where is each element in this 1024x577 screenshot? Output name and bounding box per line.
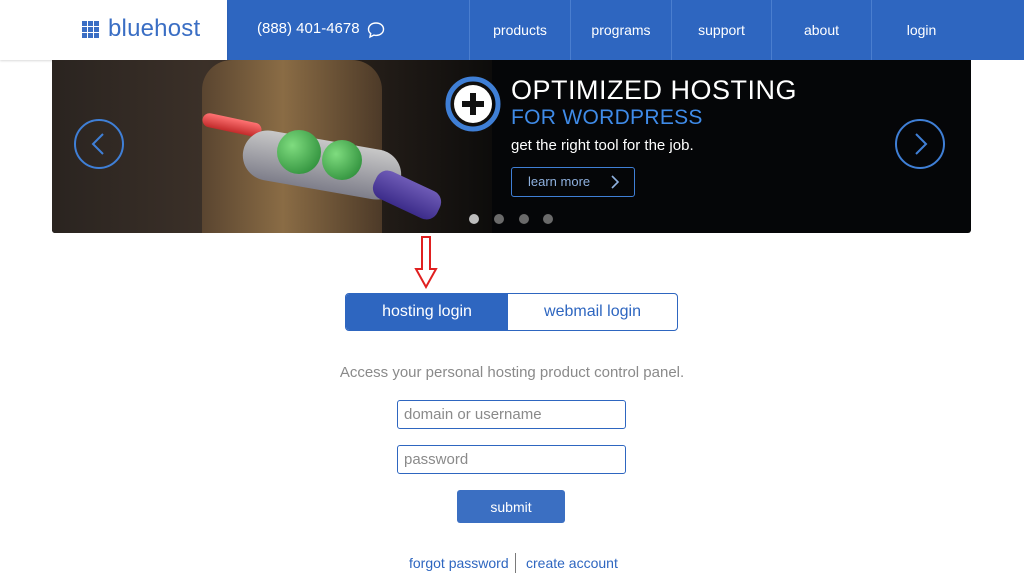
- carousel-next-button[interactable]: [895, 119, 945, 169]
- plus-circle-icon: [445, 76, 501, 132]
- chevron-left-icon: [91, 133, 104, 155]
- site-header: bluehost (888) 401-4678 products program…: [0, 0, 1024, 60]
- carousel-dot-4[interactable]: [543, 214, 553, 224]
- nav-support[interactable]: support: [671, 0, 771, 60]
- link-divider: [515, 553, 516, 573]
- carousel-dot-1[interactable]: [469, 214, 479, 224]
- chevron-right-icon: [915, 133, 928, 155]
- nav-programs[interactable]: programs: [570, 0, 671, 60]
- chevron-right-icon: [611, 175, 620, 189]
- chat-bubble-icon[interactable]: [367, 21, 385, 39]
- phone-number[interactable]: (888) 401-4678: [257, 20, 360, 37]
- grid-logo-icon: [82, 21, 100, 39]
- login-description: Access your personal hosting product con…: [339, 364, 685, 381]
- tab-webmail-login[interactable]: webmail login: [508, 294, 677, 330]
- submit-button[interactable]: submit: [457, 490, 565, 523]
- carousel-dot-3[interactable]: [519, 214, 529, 224]
- down-arrow-annotation-icon: [414, 236, 438, 289]
- learn-more-button[interactable]: learn more: [511, 167, 635, 197]
- logo[interactable]: bluehost: [0, 0, 227, 60]
- username-input[interactable]: [397, 400, 626, 429]
- promo-title: OPTIMIZED HOSTING: [511, 75, 798, 105]
- hero-carousel: OPTIMIZED HOSTING FOR WORDPRESS get the …: [52, 60, 971, 233]
- logo-text: bluehost: [108, 15, 201, 42]
- promo-subtitle: FOR WORDPRESS: [511, 106, 703, 129]
- carousel-prev-button[interactable]: [74, 119, 124, 169]
- create-account-link[interactable]: create account: [526, 555, 618, 571]
- forgot-password-link[interactable]: forgot password: [409, 555, 509, 571]
- nav-login[interactable]: login: [871, 0, 971, 60]
- tab-hosting-login[interactable]: hosting login: [346, 294, 508, 330]
- promo-tagline: get the right tool for the job.: [511, 137, 694, 154]
- nav-products[interactable]: products: [469, 0, 570, 60]
- login-type-tabs: hosting login webmail login: [345, 293, 678, 331]
- password-input[interactable]: [397, 445, 626, 474]
- nav-about[interactable]: about: [771, 0, 871, 60]
- carousel-dot-2[interactable]: [494, 214, 504, 224]
- learn-more-label: learn more: [528, 174, 591, 189]
